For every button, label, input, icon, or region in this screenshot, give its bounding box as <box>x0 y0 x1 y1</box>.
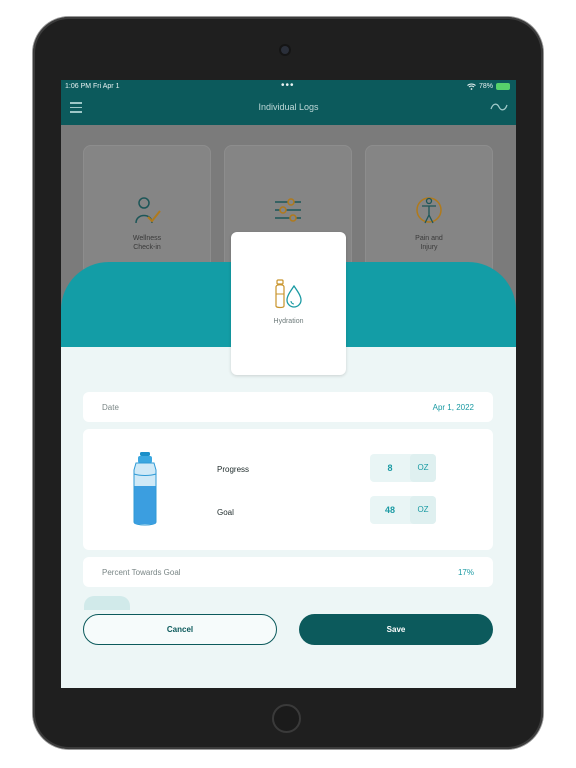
water-bottle-drop-icon <box>275 279 302 309</box>
progress-value[interactable]: 8 <box>370 463 410 473</box>
nav-bar: Individual Logs <box>61 93 516 125</box>
progress-unit: OZ <box>410 454 436 482</box>
selected-log-card: Hydration <box>231 232 346 375</box>
percent-row: Percent Towards Goal 17% <box>83 557 493 587</box>
goal-value[interactable]: 48 <box>370 505 410 515</box>
home-button[interactable] <box>272 704 301 733</box>
water-bottle-illustration <box>133 452 157 526</box>
tab-indicator[interactable] <box>84 596 130 610</box>
status-bar: 1:06 PM Fri Apr 1 ••• 78% <box>61 80 516 93</box>
app-screen: 1:06 PM Fri Apr 1 ••• 78% Individual Log… <box>61 80 516 688</box>
page-title: Individual Logs <box>258 102 319 112</box>
status-time: 1:06 PM Fri Apr 1 <box>65 83 120 90</box>
save-button[interactable]: Save <box>299 614 493 645</box>
tile-label-line2: Check-in <box>133 244 161 251</box>
sliders-icon <box>275 198 301 222</box>
tile-pain-injury[interactable]: Pain and Injury <box>365 145 493 275</box>
percent-value: 17% <box>457 568 474 577</box>
goal-label: Goal <box>217 508 234 517</box>
camera-icon <box>281 46 289 54</box>
battery-percent: 78% <box>478 83 493 90</box>
wellness-checkin-icon <box>135 197 161 224</box>
body-pain-icon <box>416 197 442 224</box>
selected-card-label: Hydration <box>273 318 304 325</box>
progress-label: Progress <box>217 465 250 474</box>
battery-icon <box>496 83 510 90</box>
date-row[interactable]: Date Apr 1, 2022 <box>83 392 493 422</box>
multitask-dots-icon[interactable]: ••• <box>281 80 295 91</box>
date-label: Date <box>102 403 119 412</box>
tile-label-line2: Injury <box>420 244 438 251</box>
goal-field[interactable]: 48 OZ <box>370 496 436 524</box>
tile-wellness-checkin[interactable]: Wellness Check-in <box>83 145 211 275</box>
percent-label: Percent Towards Goal <box>102 568 181 577</box>
infinity-logo-icon[interactable] <box>489 101 509 113</box>
progress-field[interactable]: 8 OZ <box>370 454 436 482</box>
tile-label-line1: Pain and <box>415 235 443 242</box>
goal-unit: OZ <box>410 496 436 524</box>
wifi-icon <box>467 83 476 90</box>
hydration-entry-panel: Progress 8 OZ Goal 48 OZ <box>83 429 493 550</box>
cancel-button[interactable]: Cancel <box>83 614 277 645</box>
tile-label-line1: Wellness <box>132 235 162 242</box>
date-value[interactable]: Apr 1, 2022 <box>433 403 474 412</box>
